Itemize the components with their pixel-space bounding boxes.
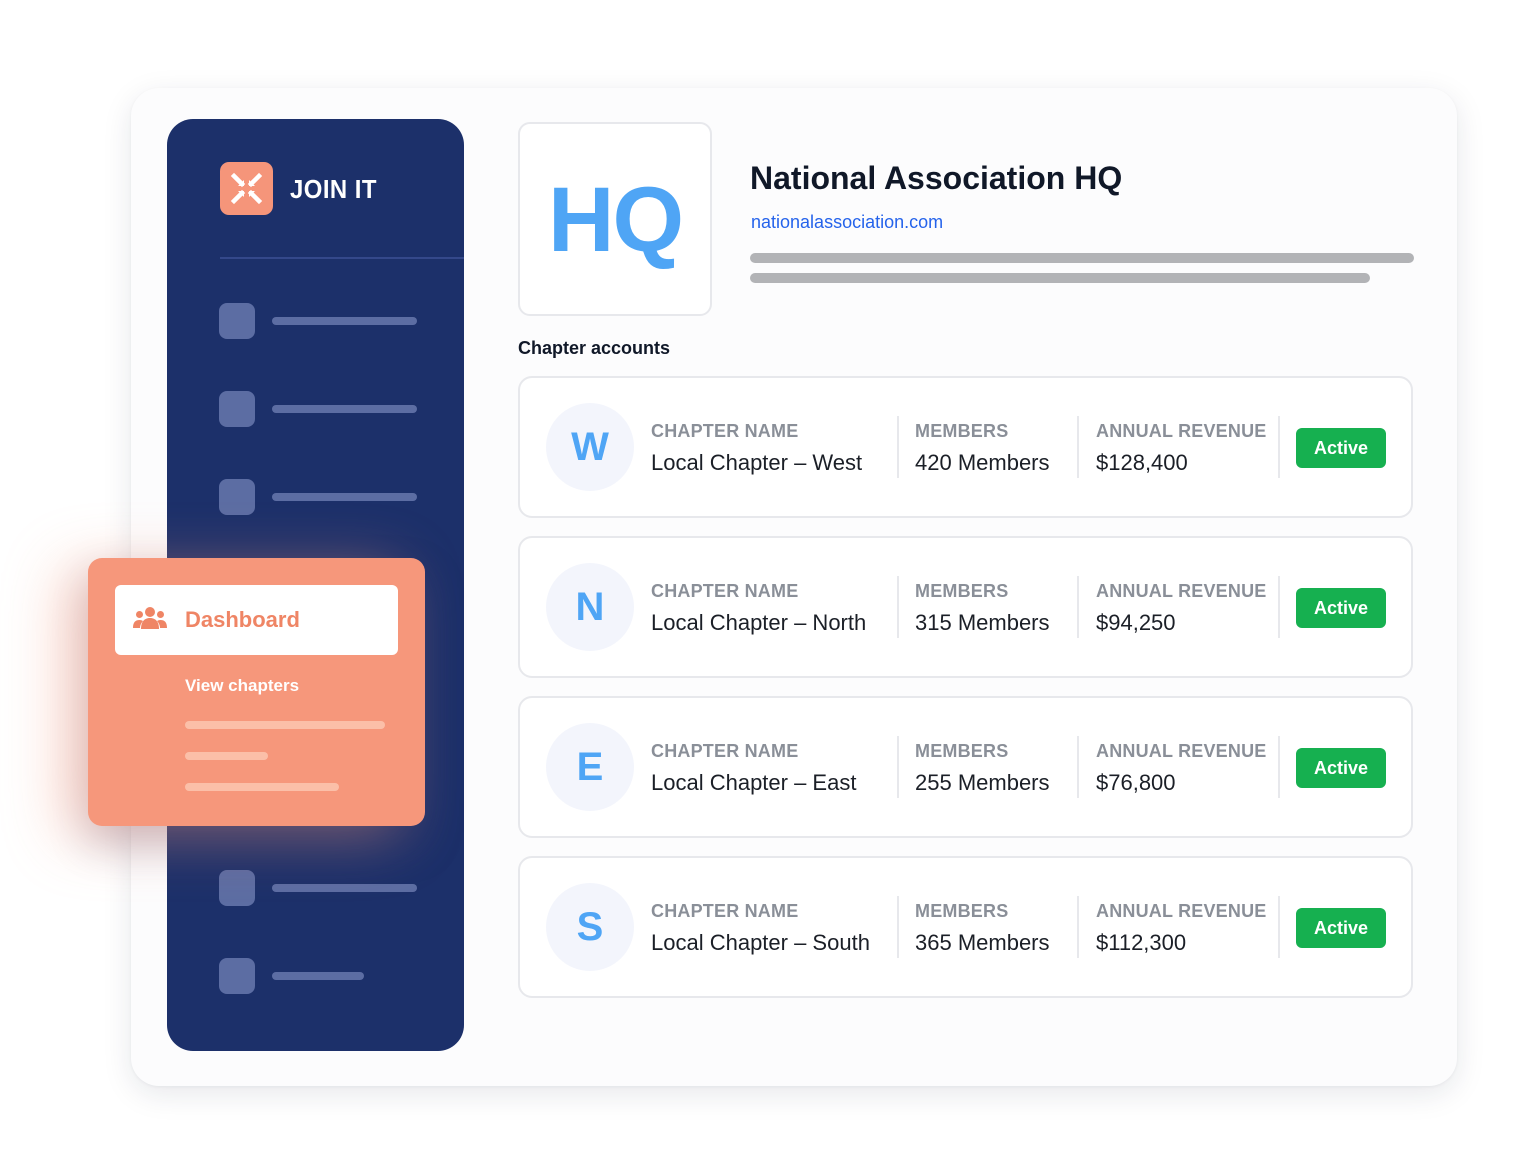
sidebar-item-icon	[219, 479, 255, 515]
chapter-name-label: CHAPTER NAME	[651, 581, 799, 601]
menu-item-placeholder	[185, 783, 339, 791]
chapter-avatar: E	[546, 723, 634, 811]
sidebar-item-label-placeholder	[272, 493, 417, 501]
status-badge[interactable]: Active	[1296, 588, 1386, 628]
annual-revenue-label: ANNUAL REVENUE	[1096, 901, 1267, 921]
menu-item-dashboard[interactable]: Dashboard	[115, 585, 398, 655]
sidebar-item-icon	[219, 870, 255, 906]
column-divider	[1278, 576, 1280, 638]
column-divider	[897, 416, 899, 478]
menu-item-placeholder	[185, 721, 385, 729]
sidebar-divider	[220, 257, 464, 259]
menu-item-placeholder	[185, 752, 268, 760]
annual-revenue: $128,400	[1096, 450, 1188, 475]
status-badge[interactable]: Active	[1296, 748, 1386, 788]
annual-revenue: $76,800	[1096, 770, 1176, 795]
join-it-logo-icon	[220, 162, 273, 215]
column-divider	[1278, 416, 1280, 478]
menu-item-dashboard-label: Dashboard	[185, 607, 300, 632]
org-logo-text: HQ	[548, 169, 684, 271]
column-divider	[1077, 896, 1079, 958]
column-divider	[897, 896, 899, 958]
sidebar-item-label-placeholder	[272, 884, 417, 892]
chapter-name: Local Chapter – North	[651, 610, 867, 635]
brand-name: JOIN IT	[290, 174, 377, 204]
members-label: MEMBERS	[915, 741, 1009, 761]
sidebar-item-2[interactable]	[219, 391, 419, 427]
org-url-link[interactable]: nationalassociation.com	[751, 212, 943, 233]
members-label: MEMBERS	[915, 581, 1009, 601]
annual-revenue: $112,300	[1096, 930, 1187, 955]
members-label: MEMBERS	[915, 421, 1009, 441]
chapter-name-label: CHAPTER NAME	[651, 901, 799, 921]
users-icon	[132, 605, 168, 638]
members-label: MEMBERS	[915, 901, 1009, 921]
members-count: 365 Members	[915, 930, 1050, 955]
sidebar-item-5[interactable]	[219, 958, 419, 994]
sidebar-item-4[interactable]	[219, 870, 419, 906]
column-divider	[1077, 736, 1079, 798]
annual-revenue-label: ANNUAL REVENUE	[1096, 421, 1267, 441]
menu-item-view-chapters[interactable]: View chapters	[185, 676, 299, 696]
column-divider	[897, 576, 899, 638]
org-logo: HQ	[518, 122, 712, 316]
column-divider	[1077, 416, 1079, 478]
chapter-row[interactable]: S CHAPTER NAME Local Chapter – South MEM…	[518, 856, 1413, 998]
members-count: 420 Members	[915, 450, 1050, 475]
chapter-avatar: N	[546, 563, 634, 651]
column-divider	[897, 736, 899, 798]
sidebar-item-label-placeholder	[272, 405, 417, 413]
sidebar-item-icon	[219, 303, 255, 339]
org-name: National Association HQ	[750, 160, 1123, 196]
chapter-name-label: CHAPTER NAME	[651, 741, 799, 761]
sidebar-item-label-placeholder	[272, 972, 364, 980]
sidebar-item-icon	[219, 391, 255, 427]
column-divider	[1278, 736, 1280, 798]
chapter-name-label: CHAPTER NAME	[651, 421, 799, 441]
annual-revenue: $94,250	[1096, 610, 1176, 635]
dashboard-menu-popover: Dashboard View chapters	[88, 558, 425, 826]
chapter-avatar: S	[546, 883, 634, 971]
section-title: Chapter accounts	[518, 338, 671, 358]
sidebar-item-icon	[219, 958, 255, 994]
annual-revenue-label: ANNUAL REVENUE	[1096, 581, 1267, 601]
status-badge[interactable]: Active	[1296, 908, 1386, 948]
members-count: 315 Members	[915, 610, 1050, 635]
sidebar-item-label-placeholder	[272, 317, 417, 325]
chapter-name: Local Chapter – East	[651, 770, 857, 795]
chapter-row[interactable]: W CHAPTER NAME Local Chapter – West MEMB…	[518, 376, 1413, 518]
status-badge[interactable]: Active	[1296, 428, 1386, 468]
sidebar-item-3[interactable]	[219, 479, 419, 515]
description-placeholder	[750, 273, 1370, 283]
chapter-row[interactable]: N CHAPTER NAME Local Chapter – North MEM…	[518, 536, 1413, 678]
chapter-name: Local Chapter – South	[651, 930, 870, 955]
description-placeholder	[750, 253, 1414, 263]
chapter-row[interactable]: E CHAPTER NAME Local Chapter – East MEMB…	[518, 696, 1413, 838]
sidebar-item-1[interactable]	[219, 303, 419, 339]
column-divider	[1077, 576, 1079, 638]
chapter-name: Local Chapter – West	[651, 450, 863, 475]
chapter-avatar: W	[546, 403, 634, 491]
members-count: 255 Members	[915, 770, 1050, 795]
column-divider	[1278, 896, 1280, 958]
annual-revenue-label: ANNUAL REVENUE	[1096, 741, 1267, 761]
